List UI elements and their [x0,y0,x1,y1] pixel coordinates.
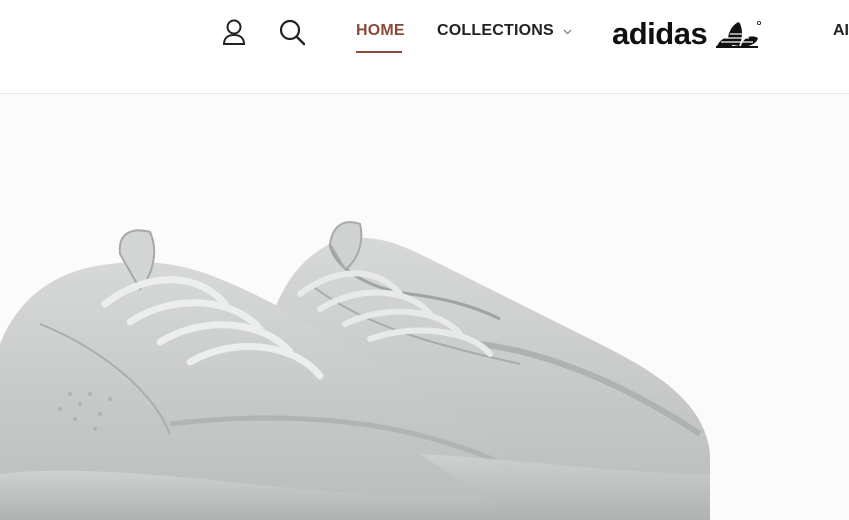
nav-collections[interactable]: COLLECTIONS [437,22,572,40]
chevron-down-icon [563,22,572,40]
active-nav-underline [356,51,402,53]
nav-link-cut[interactable]: AI [833,22,849,40]
account-icon[interactable] [219,16,249,48]
nav-home[interactable]: HOME [356,22,405,40]
search-icon[interactable] [277,16,307,48]
adidas-logo[interactable]: adidas [612,14,784,54]
nav-collections-label: COLLECTIONS [437,22,554,40]
hero-banner [0,94,849,520]
logo-wordmark: adidas [612,16,708,51]
trefoil-logo-icon [716,21,762,48]
site-header: HOME COLLECTIONS adidas AI [0,0,849,94]
sneakers-image[interactable] [0,94,849,520]
